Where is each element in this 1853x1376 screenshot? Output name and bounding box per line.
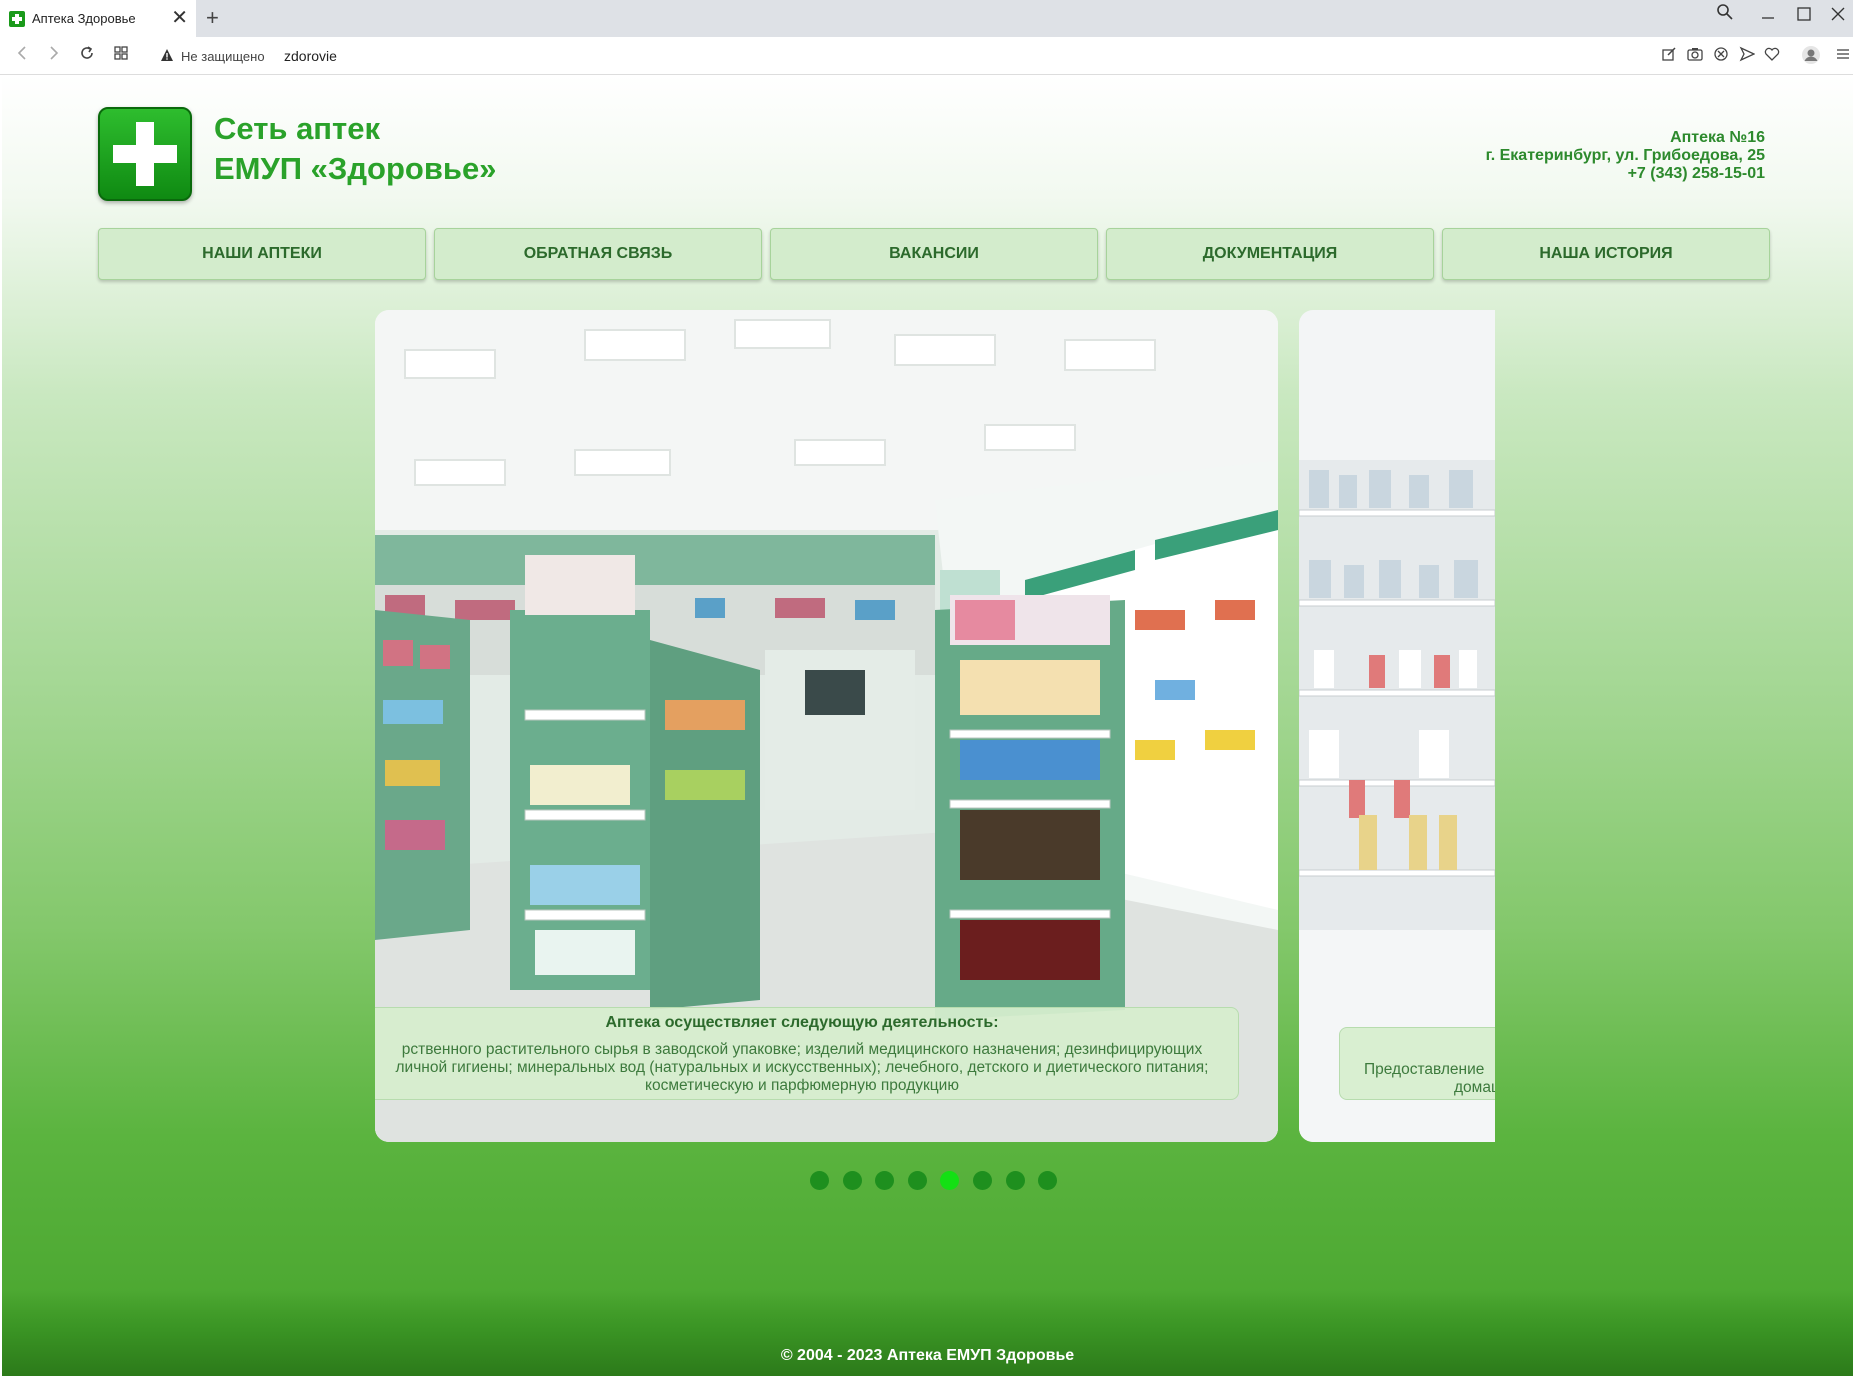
carousel-dot-4[interactable] xyxy=(908,1171,927,1190)
carousel-dot-7[interactable] xyxy=(1006,1171,1025,1190)
site-title-line1: Сеть аптек xyxy=(214,111,380,146)
caption-next-line-2: домаш xyxy=(1454,1079,1495,1096)
main-menu: НАШИ АПТЕКИ ОБРАТНАЯ СВЯЗЬ ВАКАНСИИ ДОКУ… xyxy=(98,228,1771,280)
favicon-icon xyxy=(9,10,25,27)
footer: © 2004 - 2023 Аптека ЕМУП Здоровье xyxy=(2,1290,1853,1376)
camera-icon[interactable] xyxy=(1687,46,1703,66)
browser-tab[interactable]: Аптека Здоровье ✕ xyxy=(0,0,196,37)
pharmacy-shelves-photo xyxy=(1299,310,1495,1142)
search-tabs-icon[interactable] xyxy=(1716,3,1734,26)
reload-icon[interactable] xyxy=(79,45,95,66)
carousel-dot-8[interactable] xyxy=(1038,1171,1057,1190)
caption-text: рственного растительного сырья в заводск… xyxy=(375,1041,1238,1095)
pharmacy-phone: +7 (343) 258-15-01 xyxy=(1627,165,1765,182)
site-title: Сеть аптек ЕМУП «Здоровье» xyxy=(214,109,496,189)
block-icon[interactable] xyxy=(1713,46,1729,66)
warning-icon[interactable] xyxy=(160,48,174,65)
carousel-dot-5[interactable] xyxy=(940,1171,959,1190)
pharmacy-cross-logo[interactable] xyxy=(98,107,192,201)
carousel-slide-current[interactable]: Аптека осуществляет следующую деятельнос… xyxy=(375,310,1278,1142)
tab-close-icon[interactable]: ✕ xyxy=(171,8,188,28)
caption-next-line-1: Предоставление xyxy=(1364,1061,1485,1078)
carousel-dot-3[interactable] xyxy=(875,1171,894,1190)
browser-tab-bar: Аптека Здоровье ✕ + xyxy=(0,0,1853,37)
caption-title: Аптека осуществляет следующую деятельнос… xyxy=(605,1014,999,1031)
not-secure-label[interactable]: Не защищено xyxy=(181,49,265,64)
caption-next-text: Предоставление домаш xyxy=(1340,1061,1495,1097)
speed-dial-icon[interactable] xyxy=(113,45,129,66)
slide-caption: Аптека осуществляет следующую деятельнос… xyxy=(375,1007,1239,1100)
menu-item-documentation[interactable]: ДОКУМЕНТАЦИЯ xyxy=(1106,228,1434,280)
maximize-icon[interactable] xyxy=(1796,6,1812,27)
minimize-icon[interactable] xyxy=(1760,6,1776,27)
heart-icon[interactable] xyxy=(1764,46,1780,66)
carousel-dot-2[interactable] xyxy=(843,1171,862,1190)
footer-copyright: © 2004 - 2023 Аптека ЕМУП Здоровье xyxy=(780,1347,1075,1364)
menu-item-our-pharmacies[interactable]: НАШИ АПТЕКИ xyxy=(98,228,426,280)
caption-line-2: личной гигиены; минеральных вод (натурал… xyxy=(395,1059,1209,1076)
edit-icon[interactable] xyxy=(1661,46,1677,66)
carousel-slide-next[interactable]: Предоставление домаш xyxy=(1299,310,1495,1142)
menu-item-our-history[interactable]: НАША ИСТОРИЯ xyxy=(1442,228,1770,280)
back-icon[interactable] xyxy=(14,45,30,66)
forward-icon[interactable] xyxy=(46,45,62,66)
pharmacy-number: Аптека №16 xyxy=(1670,129,1765,146)
address-bar: Не защищено zdorovie xyxy=(0,37,1853,75)
carousel-dot-1[interactable] xyxy=(810,1171,829,1190)
tab-title: Аптека Здоровье xyxy=(32,11,136,26)
url-field[interactable]: zdorovie xyxy=(284,48,337,64)
menu-icon[interactable] xyxy=(1835,46,1851,66)
caption-line-3: косметическую и парфюмерную продукцию xyxy=(645,1077,959,1094)
new-tab-icon[interactable]: + xyxy=(206,7,219,29)
close-window-icon[interactable] xyxy=(1830,6,1846,27)
menu-item-vacancies[interactable]: ВАКАНСИИ xyxy=(770,228,1098,280)
slide-caption-next: Предоставление домаш xyxy=(1339,1027,1495,1100)
contact-info: Аптека №16 г. Екатеринбург, ул. Грибоедо… xyxy=(1486,129,1765,183)
profile-icon[interactable] xyxy=(1801,45,1821,69)
web-page: Сеть аптек ЕМУП «Здоровье» Аптека №16 г.… xyxy=(2,76,1853,1376)
carousel-dot-6[interactable] xyxy=(973,1171,992,1190)
send-icon[interactable] xyxy=(1739,46,1756,66)
pharmacy-address: г. Екатеринбург, ул. Грибоедова, 25 xyxy=(1485,147,1765,164)
site-title-line2: ЕМУП «Здоровье» xyxy=(214,151,497,186)
caption-line-1: рственного растительного сырья в заводск… xyxy=(401,1041,1203,1058)
menu-item-feedback[interactable]: ОБРАТНАЯ СВЯЗЬ xyxy=(434,228,762,280)
